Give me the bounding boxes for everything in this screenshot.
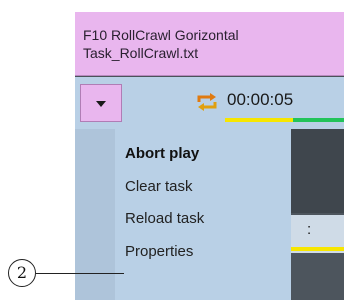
title-bar: F10 RollCrawl Gorizontal Task_RollCrawl.… [75,12,344,76]
background-field-underline [291,247,344,251]
background-panel-strip: : [291,129,344,300]
timecode-progress-green [293,118,344,122]
menu-item-properties[interactable]: Properties [125,243,193,261]
title-line-1: F10 RollCrawl Gorizontal [83,27,239,43]
callout-leader-line [36,273,124,274]
menu-item-reload-task[interactable]: Reload task [125,210,204,228]
menu-dropdown-button[interactable] [80,84,122,122]
menu-item-abort-play[interactable]: Abort play [125,145,199,163]
loop-arrows-icon[interactable] [196,93,218,111]
background-field-text: : [307,221,312,238]
player-window: F10 RollCrawl Gorizontal Task_RollCrawl.… [75,12,344,300]
context-menu: Abort play Clear task Reload task Proper… [75,129,291,300]
timecode-progress-yellow [225,118,293,122]
title-line-2: Task_RollCrawl.txt [83,45,199,61]
menu-icon-gutter [75,129,115,300]
background-dark-area [291,129,344,213]
menu-item-clear-task[interactable]: Clear task [125,178,193,196]
caret-down-icon [96,101,106,107]
callout-number: 2 [16,263,28,282]
timecode-display: 00:00:05 [227,90,294,109]
control-bar: 00:00:05 [75,77,344,129]
